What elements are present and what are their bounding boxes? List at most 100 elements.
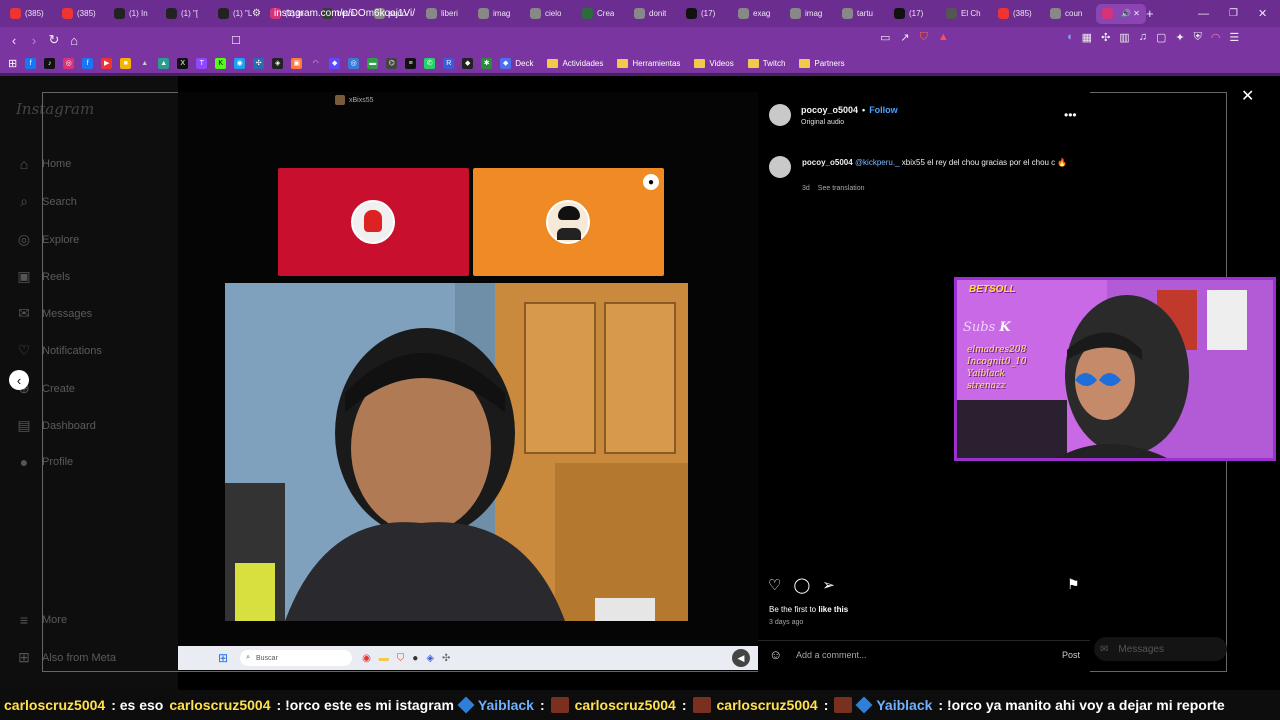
- sidebar-toggle-icon[interactable]: ▥: [1119, 31, 1129, 44]
- browser-tab[interactable]: (1) "[: [160, 4, 210, 24]
- url-field[interactable]: ⚙ instagram.com/p/DOm6kqoj1Vi/: [252, 3, 972, 23]
- brave-icon[interactable]: ⛉: [397, 653, 405, 664]
- taskbar-search[interactable]: ⌕ Buscar: [240, 650, 353, 666]
- bookmark-app-icon[interactable]: ◉: [234, 57, 246, 69]
- emoji-picker-icon[interactable]: ☺: [769, 647, 782, 662]
- save-bookmark-icon[interactable]: ⚑: [1067, 576, 1080, 593]
- previous-post-button[interactable]: ‹: [9, 370, 29, 390]
- bookmark-discord-icon[interactable]: ◈: [272, 57, 284, 69]
- bookmark-facebook2-icon[interactable]: f: [82, 57, 94, 69]
- bookmark-folder-herramientas[interactable]: Herramientas: [617, 58, 681, 68]
- folder-label: Herramientas: [632, 58, 681, 68]
- kick-logo-icon: K: [999, 320, 1011, 335]
- browser-tab[interactable]: (1) In: [108, 4, 158, 24]
- windows-start-icon[interactable]: ⊞: [218, 651, 228, 665]
- rainbow-icon[interactable]: ◠: [1211, 31, 1221, 44]
- bookmark-tool4-icon[interactable]: ◆: [329, 57, 341, 69]
- bookmark-tool9-icon[interactable]: ◆: [462, 57, 474, 69]
- comment-avatar[interactable]: [769, 156, 791, 178]
- bookmark-folder-videos[interactable]: Videos: [694, 58, 734, 68]
- browser-tab[interactable]: coun: [1044, 4, 1094, 24]
- close-modal-icon[interactable]: ✕: [1241, 86, 1254, 106]
- menu-icon[interactable]: ☰: [1229, 31, 1239, 44]
- bookmark-tool10-icon[interactable]: ✱: [481, 57, 493, 69]
- bookmark-folder-partners[interactable]: Partners: [799, 58, 845, 68]
- see-translation-link[interactable]: See translation: [818, 185, 865, 192]
- bookmark-keep-icon[interactable]: ■: [120, 57, 132, 69]
- caption-username[interactable]: pocoy_o5004: [802, 158, 853, 167]
- chat-emote-icon: [834, 697, 853, 713]
- bookmark-tool6-icon[interactable]: ⌬: [386, 57, 398, 69]
- post-comment-button[interactable]: Post: [1062, 650, 1080, 660]
- bookmark-whatsapp-icon[interactable]: ✆: [424, 57, 436, 69]
- minimize-window-button[interactable]: —: [1198, 0, 1209, 27]
- share-paper-plane-icon[interactable]: ➢: [822, 576, 835, 594]
- forward-button[interactable]: ›: [24, 30, 44, 50]
- browser-tab[interactable]: 🔊 ✕: [1096, 3, 1146, 24]
- bookmark-docs-icon[interactable]: ▲: [158, 57, 170, 69]
- browser-tab[interactable]: (385): [56, 4, 106, 24]
- bookmark-tool8-icon[interactable]: R: [443, 57, 455, 69]
- home-button[interactable]: ⌂: [64, 30, 84, 50]
- bookmark-deck[interactable]: ◆ Deck: [500, 57, 533, 69]
- bookmark-tool5-icon[interactable]: ◎: [348, 57, 360, 69]
- messages-pill[interactable]: ✉ Messages: [1094, 637, 1227, 661]
- reload-button[interactable]: ↻: [44, 30, 64, 50]
- bookmark-chat-icon[interactable]: ▬: [367, 57, 379, 69]
- share-icon[interactable]: ↗: [900, 31, 909, 44]
- bookmark-tool-icon[interactable]: ✣: [253, 57, 265, 69]
- vpn-icon[interactable]: ⛨: [1194, 31, 1202, 44]
- brave-shield-icon[interactable]: ⛉: [920, 31, 928, 44]
- app-icon[interactable]: ✣: [442, 653, 450, 664]
- author-username[interactable]: pocoy_o5004: [801, 105, 858, 115]
- caption-mention[interactable]: @kickperu._: [855, 158, 900, 167]
- bookmark-tool7-icon[interactable]: ≡: [405, 57, 417, 69]
- cast-icon[interactable]: ▭: [880, 31, 890, 44]
- browser-tab[interactable]: (385): [4, 4, 54, 24]
- close-window-button[interactable]: ✕: [1258, 0, 1267, 27]
- leo-icon[interactable]: ✦: [1175, 31, 1184, 44]
- bookmark-folder-actividades[interactable]: Actividades: [547, 58, 603, 68]
- discord-icon[interactable]: ◈: [426, 653, 434, 664]
- extension-icon-1[interactable]: ◖: [1066, 31, 1073, 44]
- extension-icon-2[interactable]: ▦: [1082, 31, 1092, 44]
- tab-title: (385): [1013, 9, 1032, 18]
- follow-button[interactable]: Follow: [869, 105, 898, 115]
- rewards-icon[interactable]: ▲: [938, 31, 949, 44]
- separator-dot: •: [862, 105, 866, 115]
- browser-tab[interactable]: (385): [992, 4, 1042, 24]
- bookmark-x-icon[interactable]: X: [177, 57, 189, 69]
- more-options-icon[interactable]: •••: [1064, 108, 1077, 122]
- like-this-link[interactable]: like this: [818, 605, 848, 614]
- bookmark-folder-twitch[interactable]: Twitch: [747, 58, 785, 68]
- music-icon[interactable]: ♫: [1139, 31, 1147, 44]
- apps-grid-icon[interactable]: ⊞: [8, 57, 17, 70]
- comment-bubble-icon[interactable]: ◯: [793, 576, 810, 594]
- like-heart-icon[interactable]: ♡: [768, 576, 781, 594]
- author-avatar[interactable]: [769, 104, 791, 126]
- bookmark-twitch-icon[interactable]: T: [196, 57, 208, 69]
- new-tab-button[interactable]: +: [1146, 0, 1154, 27]
- wallet-icon[interactable]: ▢: [1156, 31, 1166, 44]
- bookmark-kick-icon[interactable]: K: [215, 57, 227, 69]
- bookmark-tool3-icon[interactable]: ◠: [310, 57, 322, 69]
- explorer-icon[interactable]: ▬: [379, 653, 389, 664]
- bookmark-facebook-icon[interactable]: f: [25, 57, 37, 69]
- bookmark-tiktok-icon[interactable]: ♪: [44, 57, 56, 69]
- maximize-window-button[interactable]: ❐: [1229, 0, 1238, 27]
- extensions-puzzle-icon[interactable]: ✣: [1101, 31, 1110, 44]
- comment-input[interactable]: Add a comment...: [796, 650, 867, 660]
- bookmark-instagram-icon[interactable]: ◎: [63, 57, 75, 69]
- obs-icon[interactable]: ●: [412, 653, 418, 664]
- tab-audio-close-icon[interactable]: 🔊 ✕: [1121, 9, 1140, 18]
- bookmark-page-icon[interactable]: ☐: [226, 30, 246, 50]
- chrome-icon[interactable]: ◉: [362, 653, 371, 664]
- mute-toggle-icon[interactable]: ◀: [732, 649, 750, 667]
- original-audio-link[interactable]: Original audio: [801, 119, 844, 126]
- bookmark-youtube-icon[interactable]: ▶: [101, 57, 113, 69]
- extensions-area: ◖ ▦ ✣ ▥ ♫ ▢ ✦ ⛨ ◠ ☰: [1066, 31, 1239, 44]
- bookmark-tool2-icon[interactable]: ▣: [291, 57, 303, 69]
- back-button[interactable]: ‹: [4, 30, 24, 50]
- site-info-icon[interactable]: ⚙: [252, 8, 266, 19]
- bookmark-drive-icon[interactable]: ▲: [139, 57, 151, 69]
